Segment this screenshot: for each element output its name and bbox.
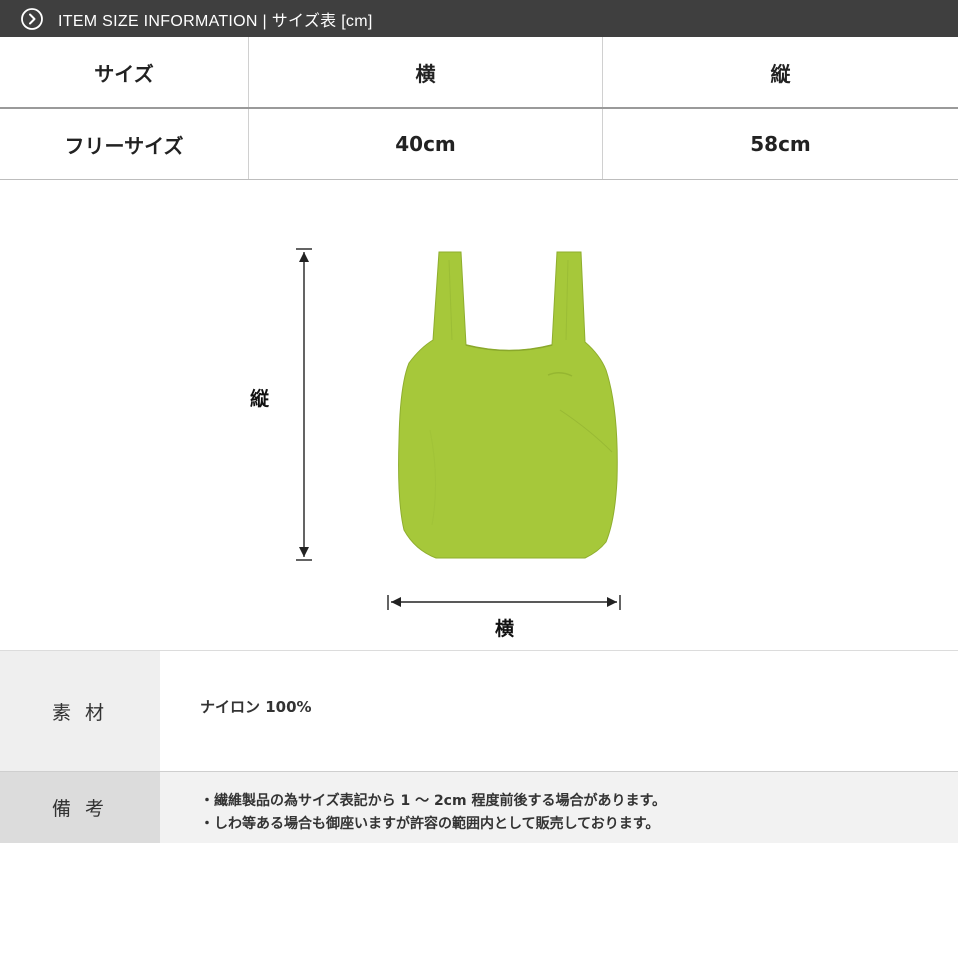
notes-row: 備 考 ・繊維製品の為サイズ表記から 1 ～ 2cm 程度前後する場合があります… [0,771,958,843]
section-header: ITEM SIZE INFORMATION | サイズ表 [cm] [0,0,958,37]
note-line: ・しわ等ある場合も御座いますが許容の範囲内として販売しております。 [200,816,660,832]
size-table-header-row: サイズ 横 縦 [0,37,958,109]
vertical-dimension-label: 縦 [250,388,270,410]
size-name-cell: フリーサイズ [0,108,249,180]
tote-bag-image [398,251,618,559]
circle-chevron-right-icon [20,7,44,31]
note-line: ・繊維製品の為サイズ表記から 1 ～ 2cm 程度前後する場合があります。 [200,793,667,809]
notes-content: ・繊維製品の為サイズ表記から 1 ～ 2cm 程度前後する場合があります。 ・し… [160,772,958,843]
vertical-dimension-arrow [296,248,312,561]
section-title: ITEM SIZE INFORMATION | サイズ表 [cm] [58,12,373,30]
column-header-width: 横 [248,37,603,109]
length-value-cell: 58cm [602,108,958,180]
bag-diagram-svg [296,248,621,610]
material-label: 素 材 [0,651,160,771]
size-table: サイズ 横 縦 フリーサイズ 40cm 58cm [0,37,958,180]
column-header-length: 縦 [602,37,958,109]
column-header-size: サイズ [0,37,249,109]
horizontal-dimension-arrow [387,595,621,610]
table-row: フリーサイズ 40cm 58cm [0,108,958,180]
material-value: ナイロン 100% [160,651,958,771]
width-value-cell: 40cm [248,108,603,180]
notes-label: 備 考 [0,772,160,843]
horizontal-dimension-label: 横 [495,618,515,640]
size-diagram: 縦 横 [0,180,958,650]
material-row: 素 材 ナイロン 100% [0,650,958,771]
